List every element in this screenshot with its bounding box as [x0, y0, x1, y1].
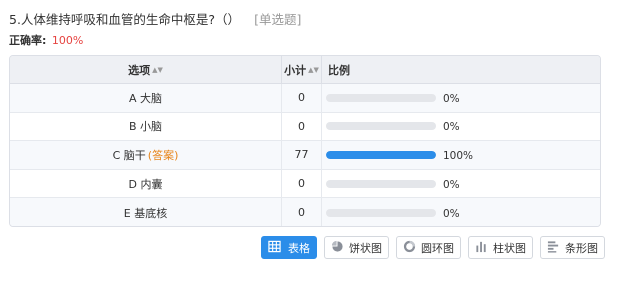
- option-cell: A 大脑: [10, 84, 282, 112]
- view-switch: 表格 饼状图 圆环图 柱状图 条形图: [261, 236, 605, 259]
- sort-icon[interactable]: ▲▼: [308, 66, 319, 74]
- count-cell: 0: [282, 112, 322, 141]
- option-cell: D 内囊: [10, 169, 282, 198]
- table-row: D 内囊 0 0%: [10, 169, 600, 199]
- table-view-label: 表格: [288, 241, 310, 255]
- header-count-label: 小计: [284, 63, 307, 77]
- ratio-cell: 0%: [322, 198, 600, 226]
- header-option[interactable]: 选项 ▲▼: [10, 56, 282, 83]
- progress-bar: [326, 208, 436, 217]
- header-option-label: 选项: [128, 63, 151, 77]
- count-cell: 0: [282, 84, 322, 112]
- bar-chart-label: 柱状图: [493, 241, 526, 255]
- ratio-cell: 0%: [322, 113, 600, 141]
- donut-chart-icon: [403, 240, 421, 256]
- accuracy-label: 正确率:: [9, 34, 47, 47]
- header-ratio: 比例: [322, 56, 600, 83]
- progress-bar: [326, 150, 436, 159]
- percent-label: 0%: [443, 207, 460, 220]
- option-label: E 基底核: [123, 206, 168, 220]
- question-text: 5.人体维持呼吸和血管的生命中枢是?（）: [9, 12, 241, 27]
- table-view-button[interactable]: 表格: [261, 236, 317, 259]
- option-cell: C 脑干 (答案): [10, 141, 282, 169]
- donut-chart-label: 圆环图: [421, 241, 454, 255]
- option-cell: E 基底核: [10, 198, 282, 226]
- count-cell: 0: [282, 198, 322, 226]
- header-count[interactable]: 小计 ▲▼: [282, 56, 322, 83]
- count-cell: 0: [282, 169, 322, 198]
- pie-chart-icon: [331, 240, 349, 256]
- percent-label: 0%: [443, 121, 460, 134]
- option-cell: B 小脑: [10, 112, 282, 141]
- header-ratio-label: 比例: [328, 63, 350, 77]
- result-table: 选项 ▲▼ 小计 ▲▼ 比例 A 大脑 0 0% B 小脑 0 0% C 脑干 …: [9, 55, 601, 227]
- progress-bar: [326, 122, 436, 131]
- horizontal-bar-chart-button[interactable]: 条形图: [540, 236, 605, 259]
- sort-icon[interactable]: ▲▼: [152, 66, 163, 74]
- ratio-cell: 100%: [322, 141, 600, 169]
- table-row: C 脑干 (答案) 77 100%: [10, 141, 600, 170]
- bar-chart-icon: [475, 240, 493, 256]
- option-label: C 脑干: [112, 148, 146, 162]
- table-header: 选项 ▲▼ 小计 ▲▼ 比例: [10, 56, 600, 84]
- progress-bar: [326, 179, 436, 188]
- option-label: A 大脑: [128, 91, 163, 105]
- horizontal-bar-chart-icon: [547, 240, 565, 256]
- question-title: 5.人体维持呼吸和血管的生命中枢是?（） [单选题]: [9, 9, 301, 28]
- accuracy-value: 100%: [51, 34, 84, 47]
- option-label: B 小脑: [128, 120, 163, 134]
- progress-bar: [326, 93, 436, 102]
- pie-chart-label: 饼状图: [349, 241, 382, 255]
- table-icon: [268, 240, 288, 256]
- question-type: [单选题]: [254, 12, 302, 27]
- percent-label: 100%: [443, 149, 474, 162]
- accuracy-line: 正确率: 100%: [9, 32, 83, 48]
- ratio-cell: 0%: [322, 84, 600, 112]
- ratio-cell: 0%: [322, 170, 600, 198]
- donut-chart-button[interactable]: 圆环图: [396, 236, 461, 259]
- table-row: E 基底核 0 0%: [10, 198, 600, 226]
- percent-label: 0%: [443, 178, 460, 191]
- bar-chart-button[interactable]: 柱状图: [468, 236, 533, 259]
- horizontal-bar-chart-label: 条形图: [565, 241, 598, 255]
- option-label: D 内囊: [128, 177, 163, 191]
- percent-label: 0%: [443, 92, 460, 105]
- progress-fill: [326, 150, 436, 159]
- table-row: B 小脑 0 0%: [10, 112, 600, 142]
- table-row: A 大脑 0 0%: [10, 84, 600, 113]
- count-cell: 77: [282, 141, 322, 169]
- pie-chart-button[interactable]: 饼状图: [324, 236, 389, 259]
- answer-tag: (答案): [147, 148, 179, 162]
